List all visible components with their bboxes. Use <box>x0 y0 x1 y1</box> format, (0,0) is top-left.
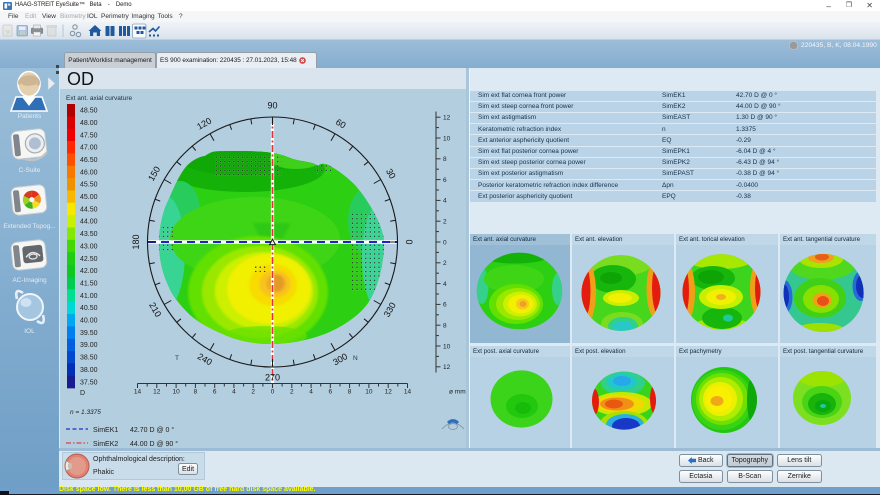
svg-text:43.50: 43.50 <box>80 231 98 238</box>
svg-text:120: 120 <box>195 116 213 132</box>
svg-text:2: 2 <box>443 260 447 267</box>
svg-text:210: 210 <box>147 301 163 319</box>
svg-text:90: 90 <box>267 100 277 110</box>
svg-text:48.50: 48.50 <box>80 108 98 115</box>
svg-text:37.50: 37.50 <box>80 379 98 386</box>
svg-text:6: 6 <box>328 389 332 396</box>
svg-text:39.00: 39.00 <box>80 342 98 349</box>
svg-text:150: 150 <box>146 165 162 183</box>
svg-text:2: 2 <box>443 219 447 226</box>
svg-text:40.00: 40.00 <box>80 318 98 325</box>
svg-text:SimEK1: SimEK1 <box>93 427 118 434</box>
svg-text:8: 8 <box>194 389 198 396</box>
svg-text:n = 1.3375: n = 1.3375 <box>70 409 101 416</box>
svg-text:14: 14 <box>404 389 412 396</box>
svg-text:45.00: 45.00 <box>80 194 98 201</box>
svg-text:300: 300 <box>331 351 349 367</box>
svg-text:10: 10 <box>365 389 373 396</box>
svg-text:0: 0 <box>404 239 414 244</box>
svg-text:45.50: 45.50 <box>80 182 98 189</box>
svg-text:12: 12 <box>153 389 161 396</box>
svg-text:10: 10 <box>172 389 180 396</box>
svg-text:8: 8 <box>443 156 447 163</box>
svg-text:4: 4 <box>443 198 447 205</box>
svg-text:60: 60 <box>334 117 348 131</box>
svg-text:42.70 D @ 0 °: 42.70 D @ 0 ° <box>130 426 174 434</box>
svg-text:0: 0 <box>443 239 447 246</box>
svg-text:48.00: 48.00 <box>80 120 98 127</box>
svg-text:N: N <box>353 355 358 362</box>
svg-text:4: 4 <box>232 389 236 396</box>
svg-text:44.50: 44.50 <box>80 206 98 213</box>
svg-text:8: 8 <box>348 389 352 396</box>
svg-text:2: 2 <box>290 389 294 396</box>
svg-text:6: 6 <box>213 389 217 396</box>
svg-text:D: D <box>80 390 85 397</box>
svg-text:46.50: 46.50 <box>80 157 98 164</box>
svg-text:0: 0 <box>271 389 275 396</box>
svg-text:8: 8 <box>443 323 447 330</box>
svg-text:4: 4 <box>309 389 313 396</box>
svg-text:2: 2 <box>251 389 255 396</box>
svg-text:240: 240 <box>196 351 214 367</box>
svg-text:T: T <box>175 355 179 362</box>
svg-text:SimEK2: SimEK2 <box>93 441 118 448</box>
svg-text:41.00: 41.00 <box>80 293 98 300</box>
svg-text:180: 180 <box>131 234 141 249</box>
svg-text:47.00: 47.00 <box>80 145 98 152</box>
svg-text:4: 4 <box>443 281 447 288</box>
svg-text:47.50: 47.50 <box>80 132 98 139</box>
svg-text:38.50: 38.50 <box>80 355 98 362</box>
svg-text:14: 14 <box>134 389 142 396</box>
svg-text:42.50: 42.50 <box>80 256 98 263</box>
svg-text:ø mm: ø mm <box>449 389 466 396</box>
svg-text:44.00 D @ 90 °: 44.00 D @ 90 ° <box>130 440 178 448</box>
svg-text:46.00: 46.00 <box>80 169 98 176</box>
svg-text:6: 6 <box>443 177 447 184</box>
svg-text:43.00: 43.00 <box>80 243 98 250</box>
svg-text:12: 12 <box>385 389 393 396</box>
svg-text:10: 10 <box>443 135 451 142</box>
svg-text:40.50: 40.50 <box>80 305 98 312</box>
svg-text:39.50: 39.50 <box>80 330 98 337</box>
svg-text:Ext ant. axial curvature: Ext ant. axial curvature <box>66 95 132 102</box>
svg-text:270: 270 <box>265 372 280 382</box>
svg-text:10: 10 <box>443 343 451 350</box>
svg-text:42.00: 42.00 <box>80 268 98 275</box>
svg-text:38.00: 38.00 <box>80 367 98 374</box>
svg-text:44.00: 44.00 <box>80 219 98 226</box>
svg-text:30: 30 <box>384 167 398 181</box>
svg-text:12: 12 <box>443 115 451 122</box>
svg-text:6: 6 <box>443 302 447 309</box>
svg-text:12: 12 <box>443 364 451 371</box>
svg-text:330: 330 <box>382 301 398 319</box>
svg-text:41.50: 41.50 <box>80 280 98 287</box>
